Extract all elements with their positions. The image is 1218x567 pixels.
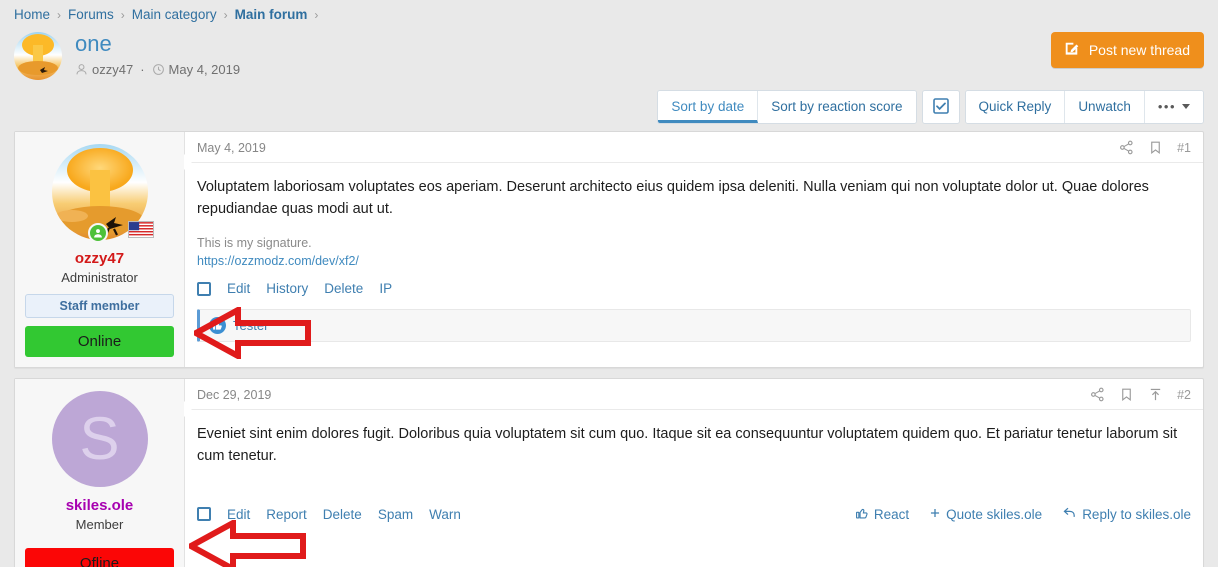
breadcrumb-separator-icon: ›	[57, 8, 61, 22]
plus-icon	[929, 507, 941, 522]
bookmark-icon[interactable]	[1148, 140, 1163, 155]
unfurl-icon[interactable]	[1148, 387, 1163, 402]
post-username[interactable]: ozzy47	[25, 250, 174, 267]
post-number[interactable]: #1	[1177, 141, 1191, 155]
post-action-delete[interactable]: Delete	[324, 281, 363, 296]
thread-author-avatar[interactable]	[14, 32, 62, 80]
checkbox-checked-icon	[933, 98, 949, 117]
thread-actions-group: Quick Reply Unwatch •••	[965, 90, 1204, 124]
thread-header: one ozzy47 · May 4, 2019 Post new	[0, 26, 1218, 90]
breadcrumb-item-home[interactable]: Home	[14, 7, 50, 22]
more-dots-icon: •••	[1158, 99, 1176, 114]
post-item: S skiles.ole Member Ofline Dec 29, 2019	[14, 378, 1204, 567]
reaction-label[interactable]: Tester	[233, 318, 268, 333]
post-actions: Edit History Delete IP	[185, 272, 1203, 307]
post-body: Voluptatem laboriosam voluptates eos ape…	[185, 163, 1203, 224]
post-body: Eveniet sint enim dolores fugit. Dolorib…	[185, 410, 1203, 496]
signature-link[interactable]: https://ozzmodz.com/dev/xf2/	[197, 254, 359, 268]
thread-toolbar: Sort by date Sort by reaction score Quic…	[0, 90, 1218, 124]
post-date[interactable]: May 4, 2019	[197, 141, 266, 155]
unwatch-button[interactable]: Unwatch	[1065, 91, 1145, 123]
post-reaction-bar: Tester	[197, 309, 1191, 342]
post-action-reply[interactable]: Reply to skiles.ole	[1062, 505, 1191, 523]
post-user-title: Administrator	[25, 270, 174, 285]
select-all-button[interactable]	[923, 91, 959, 123]
post-actions: Edit Report Delete Spam Warn React	[185, 496, 1203, 534]
post-action-ip[interactable]: IP	[379, 281, 392, 296]
post-action-report[interactable]: Report	[266, 507, 307, 522]
tab-sort-by-reaction-score[interactable]: Sort by reaction score	[758, 91, 915, 123]
share-icon[interactable]	[1119, 140, 1134, 155]
breadcrumb-separator-icon: ›	[224, 8, 228, 22]
quick-reply-button[interactable]: Quick Reply	[966, 91, 1066, 123]
post-select-checkbox[interactable]	[197, 282, 211, 296]
us-flag-icon	[128, 221, 154, 238]
post-action-warn[interactable]: Warn	[429, 507, 461, 522]
breadcrumb-item-main-forum[interactable]: Main forum	[235, 7, 308, 22]
user-status-banner: Online	[25, 326, 174, 357]
thread-title[interactable]: one	[75, 31, 240, 57]
sort-tabs-group: Sort by date Sort by reaction score	[657, 90, 916, 124]
breadcrumb-separator-icon: ›	[121, 8, 125, 22]
post-list: ozzy47 Administrator Staff member Online…	[0, 131, 1218, 567]
post-action-spam[interactable]: Spam	[378, 507, 413, 522]
breadcrumb: Home › Forums › Main category › Main for…	[0, 0, 1218, 26]
post-action-quote[interactable]: Quote skiles.ole	[929, 507, 1042, 522]
share-icon[interactable]	[1090, 387, 1105, 402]
meta-separator: ·	[140, 62, 144, 77]
avatar[interactable]: S	[52, 391, 148, 487]
bookmark-icon[interactable]	[1119, 387, 1134, 402]
thumbs-up-icon	[855, 506, 869, 523]
staff-member-badge: Staff member	[25, 294, 174, 318]
post-header: Dec 29, 2019	[185, 379, 1203, 410]
user-icon	[75, 63, 88, 76]
post-action-quote-label: Quote skiles.ole	[946, 507, 1042, 522]
reply-icon	[1062, 505, 1077, 523]
post-action-history[interactable]: History	[266, 281, 308, 296]
post-action-react[interactable]: React	[855, 506, 909, 523]
post-number[interactable]: #2	[1177, 388, 1191, 402]
post-new-thread-button[interactable]: Post new thread	[1051, 32, 1204, 68]
post-signature: This is my signature. https://ozzmodz.co…	[185, 224, 1203, 272]
post-user-panel: S skiles.ole Member Ofline	[15, 379, 185, 567]
compose-icon	[1063, 40, 1080, 60]
post-item: ozzy47 Administrator Staff member Online…	[14, 131, 1204, 368]
mushroom-cloud-avatar-icon	[14, 32, 62, 80]
post-action-delete[interactable]: Delete	[323, 507, 362, 522]
post-date[interactable]: Dec 29, 2019	[197, 388, 271, 402]
post-action-edit[interactable]: Edit	[227, 507, 250, 522]
online-indicator-icon	[88, 223, 108, 243]
breadcrumb-item-main-category[interactable]: Main category	[132, 7, 217, 22]
chevron-down-icon	[1182, 104, 1190, 109]
thread-date: May 4, 2019	[169, 62, 241, 77]
breadcrumb-item-forums[interactable]: Forums	[68, 7, 114, 22]
user-status-banner: Ofline	[25, 548, 174, 567]
tab-sort-by-date[interactable]: Sort by date	[658, 91, 758, 123]
clock-icon	[152, 63, 165, 76]
post-header: May 4, 2019 #1	[185, 132, 1203, 163]
post-new-thread-label: Post new thread	[1089, 42, 1190, 58]
more-options-button[interactable]: •••	[1145, 91, 1203, 123]
post-username[interactable]: skiles.ole	[25, 497, 174, 514]
thread-meta: ozzy47 · May 4, 2019	[75, 62, 240, 77]
signature-text: This is my signature.	[197, 234, 1191, 252]
breadcrumb-separator-icon: ›	[314, 8, 318, 22]
thumbs-up-icon	[209, 317, 226, 334]
post-user-title: Member	[25, 517, 174, 532]
post-user-panel: ozzy47 Administrator Staff member Online	[15, 132, 185, 367]
select-all-group	[922, 90, 960, 124]
thread-author[interactable]: ozzy47	[92, 62, 133, 77]
post-action-edit[interactable]: Edit	[227, 281, 250, 296]
post-select-checkbox[interactable]	[197, 507, 211, 521]
post-action-react-label: React	[874, 507, 909, 522]
post-action-reply-label: Reply to skiles.ole	[1082, 507, 1191, 522]
